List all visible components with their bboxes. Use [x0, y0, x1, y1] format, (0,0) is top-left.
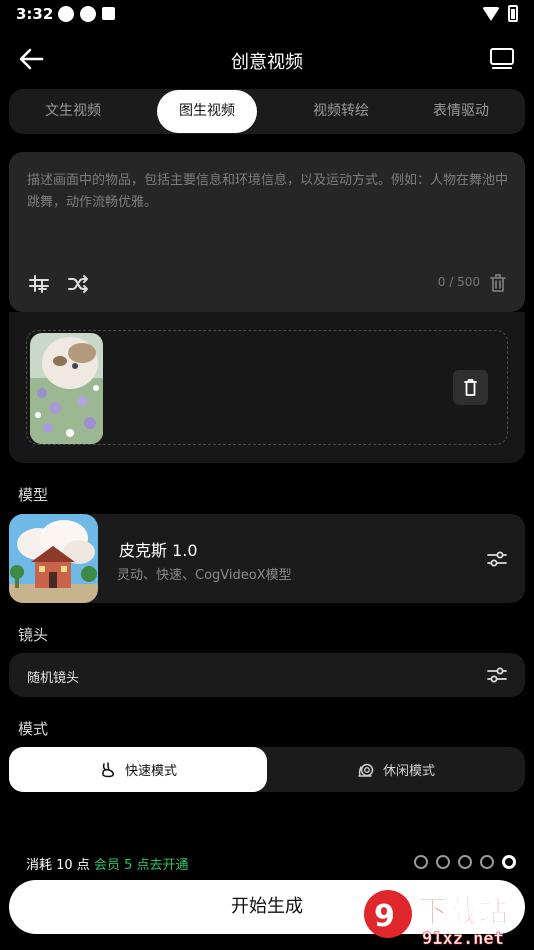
model-description: 灵动、快速、CogVideoX模型	[117, 568, 292, 583]
delete-image-icon[interactable]	[453, 370, 488, 405]
clear-text-trash-icon[interactable]	[487, 272, 509, 294]
char-counter: 0 / 500	[437, 275, 480, 289]
uploaded-image-thumbnail[interactable]	[30, 333, 103, 444]
app-notification-icon	[80, 6, 96, 22]
model-name: 皮克斯 1.0	[119, 541, 198, 560]
tab-text-to-video[interactable]: 文生视频	[13, 90, 133, 133]
battery-icon	[508, 5, 518, 22]
tab-video-restyle[interactable]: 视频转绘	[281, 90, 401, 133]
notification-icons	[58, 6, 115, 22]
lens-section-label: 镜头	[18, 626, 49, 644]
page-dot	[480, 855, 494, 869]
leisure-mode-option[interactable]: 休闲模式	[267, 747, 525, 792]
leisure-mode-label: 休闲模式	[382, 764, 435, 779]
prompt-placeholder: 描述画面中的物品，包括主要信息和环境信息，以及运动方式。例如：人物在舞池中跳舞，…	[27, 173, 509, 210]
member-upgrade-link[interactable]: 会员 5 点去开通	[94, 858, 189, 873]
system-icons	[482, 5, 518, 22]
page-dot	[458, 855, 472, 869]
fast-mode-label: 快速模式	[124, 764, 177, 779]
model-section-label: 模型	[18, 486, 49, 504]
watermark-url-text: 91xz.net	[422, 929, 504, 948]
model-preview-image	[9, 514, 98, 603]
model-settings-sliders-icon[interactable]	[486, 548, 508, 570]
header: 创意视频	[0, 36, 534, 82]
gallery-icon[interactable]	[488, 45, 516, 73]
font-notification-icon	[102, 7, 115, 20]
watermark-logo-mark: 9	[374, 899, 395, 934]
mode-switch: 快速模式 休闲模式	[9, 747, 525, 792]
page-dot	[436, 855, 450, 869]
lens-value: 随机镜头	[27, 671, 80, 686]
status-time: 3:32	[16, 5, 54, 23]
page-dot-active	[502, 855, 516, 869]
tab-expression-drive[interactable]: 表情驱动	[401, 90, 521, 133]
wifi-icon	[482, 6, 500, 21]
mode-tabs: 文生视频 图生视频 视频转绘 表情驱动	[9, 89, 525, 134]
prompt-input[interactable]: 描述画面中的物品，包括主要信息和环境信息，以及运动方式。例如：人物在舞池中跳舞，…	[9, 152, 525, 312]
mode-section-label: 模式	[18, 720, 49, 738]
cost-info: 消耗 10 点 会员 5 点去开通	[26, 854, 189, 873]
model-selector[interactable]: 皮克斯 1.0 灵动、快速、CogVideoX模型	[9, 514, 525, 603]
fast-mode-option[interactable]: 快速模式	[9, 747, 267, 792]
watermark-top-text: 下载站	[418, 895, 508, 930]
app-notification-icon	[58, 6, 74, 22]
tab-image-to-video[interactable]: 图生视频	[157, 90, 257, 133]
prompt-template-icon[interactable]	[27, 272, 51, 296]
cat-flowers-image	[30, 333, 103, 444]
rabbit-icon	[102, 761, 114, 777]
snail-icon	[358, 763, 374, 777]
lens-selector[interactable]: 随机镜头	[9, 653, 525, 697]
status-bar: 3:32	[0, 0, 534, 28]
cost-text: 消耗 10 点	[26, 858, 90, 873]
image-upload-card	[9, 312, 525, 463]
page-dot	[414, 855, 428, 869]
shuffle-icon[interactable]	[66, 272, 90, 296]
image-upload-zone[interactable]	[26, 330, 508, 445]
page-indicator	[414, 855, 516, 869]
lens-settings-sliders-icon[interactable]	[486, 664, 508, 686]
site-watermark-logo: 9 下载站 91xz.net	[364, 890, 509, 948]
page-title: 创意视频	[231, 52, 303, 73]
